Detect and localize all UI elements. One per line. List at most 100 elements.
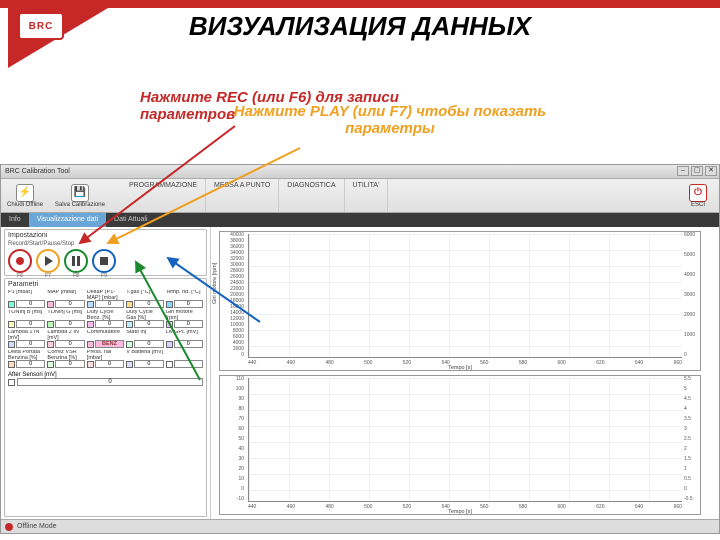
param-checkbox[interactable] [87,321,94,328]
param-label: Commutatore [87,330,124,340]
param-label: Lambda 2 IN [mV] [47,330,84,340]
param-checkbox[interactable] [166,321,173,328]
chart-bottom-xlabel: Tempo [s] [448,509,472,515]
stop-button[interactable]: F9 [92,249,116,273]
save-icon: 💾 [71,184,89,202]
chart-top-xlabel: Tempo [s] [448,365,472,371]
subtab-info[interactable]: Info [1,213,29,227]
param-value: 0 [16,360,45,368]
param-cell: CommutatoreBENZ [87,330,124,348]
param-cell: Stato inj0 [126,330,163,348]
power-icon: ⏻ [689,184,707,202]
after-sensor-row: After Sensori [mV] 0 [8,372,203,386]
statusbar: Offline Mode [1,519,719,533]
param-cell: Temp. rid. [°C]0 [166,290,203,308]
param-label: Correz VSR Benzina [%] [47,350,84,360]
param-checkbox[interactable] [166,301,173,308]
chart-top-yaxis-right: 6000500040003000200010000 [684,232,704,358]
param-checkbox[interactable] [8,321,15,328]
rec-button[interactable]: F6 [8,249,32,273]
rec-f9-label: F9 [101,273,107,279]
param-value: 0 [95,320,124,328]
tab-diagnostica[interactable]: DIAGNOSTICA [279,179,344,212]
toolbar-offline[interactable]: ⚡ Chiudi Offline [1,184,49,208]
status-text: Offline Mode [17,523,57,530]
param-value: 0 [95,360,124,368]
record-fieldset: Impostazioni Record/Start/Pause/Stop F6 … [4,229,207,276]
chart-top[interactable]: Giri motore [rpm] 4000038000360003400032… [219,231,701,371]
param-cell: V Batteria [mV]0 [126,350,163,368]
status-dot-icon [5,523,13,531]
param-value: 0 [55,340,84,348]
toolbar-save[interactable]: 💾 Salva Calibrazione [49,184,111,208]
param-grid: P1 [mbar]0MAP [mbar]0DeltaP (P1-MAP) [mb… [8,290,203,368]
param-checkbox[interactable] [8,341,15,348]
tab-programmazione[interactable]: PROGRAMMAZIONE [121,179,206,212]
plug-icon: ⚡ [16,184,34,202]
param-value: 0 [55,300,84,308]
tab-messa-a-punto[interactable]: MESSA A PUNTO [206,179,279,212]
param-checkbox[interactable] [47,301,54,308]
param-value: 0 [174,320,203,328]
rec-f8-label: F8 [73,273,79,279]
param-checkbox[interactable] [8,301,15,308]
param-checkbox[interactable] [87,341,94,348]
param-cell: Giri motore [rpm]0 [166,310,203,328]
param-checkbox[interactable] [87,361,94,368]
toolbar-exit[interactable]: ⏻ ESCI [683,184,713,208]
param-cell: Press. rail [mbar]0 [87,350,124,368]
param-cell: P1 [mbar]0 [8,290,45,308]
params-fieldset: Parametri P1 [mbar]0MAP [mbar]0DeltaP (P… [4,278,207,517]
param-checkbox[interactable] [126,321,133,328]
workspace: Impostazioni Record/Start/Pause/Stop F6 … [1,227,719,519]
param-cell: Correz VSR Benzina [%]0 [47,350,84,368]
param-cell: TONInj B [ms]0 [8,310,45,328]
param-label: Delta Portata Benzina [%] [8,350,45,360]
max-button[interactable]: ▢ [691,166,703,176]
pause-button[interactable]: F8 [64,249,88,273]
param-cell: T.gas [°C]0 [126,290,163,308]
param-value: 0 [95,300,124,308]
param-checkbox[interactable] [126,301,133,308]
param-checkbox[interactable] [126,361,133,368]
app-title: BRC Calibration Tool [5,168,70,175]
slide-title: ВИЗУАЛИЗАЦИЯ ДАННЫХ [0,12,720,41]
param-value: 0 [16,300,45,308]
tab-utilita[interactable]: UTILITA' [345,179,389,212]
param-label: Liv GPL [mV] [166,330,203,340]
subtab-dati-attuali[interactable]: Dati Attuali [106,213,155,227]
param-label: Press. rail [mbar] [87,350,124,360]
param-value: 0 [55,320,84,328]
param-label [166,350,203,360]
param-value: 0 [174,340,203,348]
left-panel: Impostazioni Record/Start/Pause/Stop F6 … [1,227,211,519]
param-checkbox[interactable] [87,301,94,308]
main-tabs: PROGRAMMAZIONE MESSA A PUNTO DIAGNOSTICA… [121,179,388,212]
param-checkbox[interactable] [47,361,54,368]
param-checkbox[interactable] [47,341,54,348]
param-checkbox[interactable] [126,341,133,348]
top-red-strip [0,0,720,8]
chart-bottom[interactable]: 1101009080706050403020100-10 5.554.543.5… [219,375,701,515]
param-value: 0 [134,340,163,348]
param-checkbox[interactable] [166,361,173,368]
param-label: P1 [mbar] [8,290,45,300]
param-checkbox[interactable] [47,321,54,328]
param-label: Temp. rid. [°C] [166,290,203,300]
min-button[interactable]: – [677,166,689,176]
param-value [174,360,203,368]
close-button[interactable]: ✕ [705,166,717,176]
subtabs: Info Visualizzazione dati Dati Attuali [1,213,719,227]
param-cell: TONInj G [ms]0 [47,310,84,328]
params-title: Parametri [8,281,203,288]
chart-bottom-yaxis-right: 5.554.543.532.521.510.50-0.5 [684,376,704,502]
chart-top-yaxis-left: 4000038000360003400032000300002800026000… [216,232,244,358]
rec-f7-label: F7 [45,273,51,279]
after-sensor-checkbox[interactable] [8,379,15,386]
toolbar-exit-label: ESCI [691,202,705,208]
param-checkbox[interactable] [8,361,15,368]
param-label: Duty Cycle Benz. [%] [87,310,124,320]
param-checkbox[interactable] [166,341,173,348]
subtab-visualizzazione[interactable]: Visualizzazione dati [29,213,106,227]
play-button[interactable]: F7 [36,249,60,273]
